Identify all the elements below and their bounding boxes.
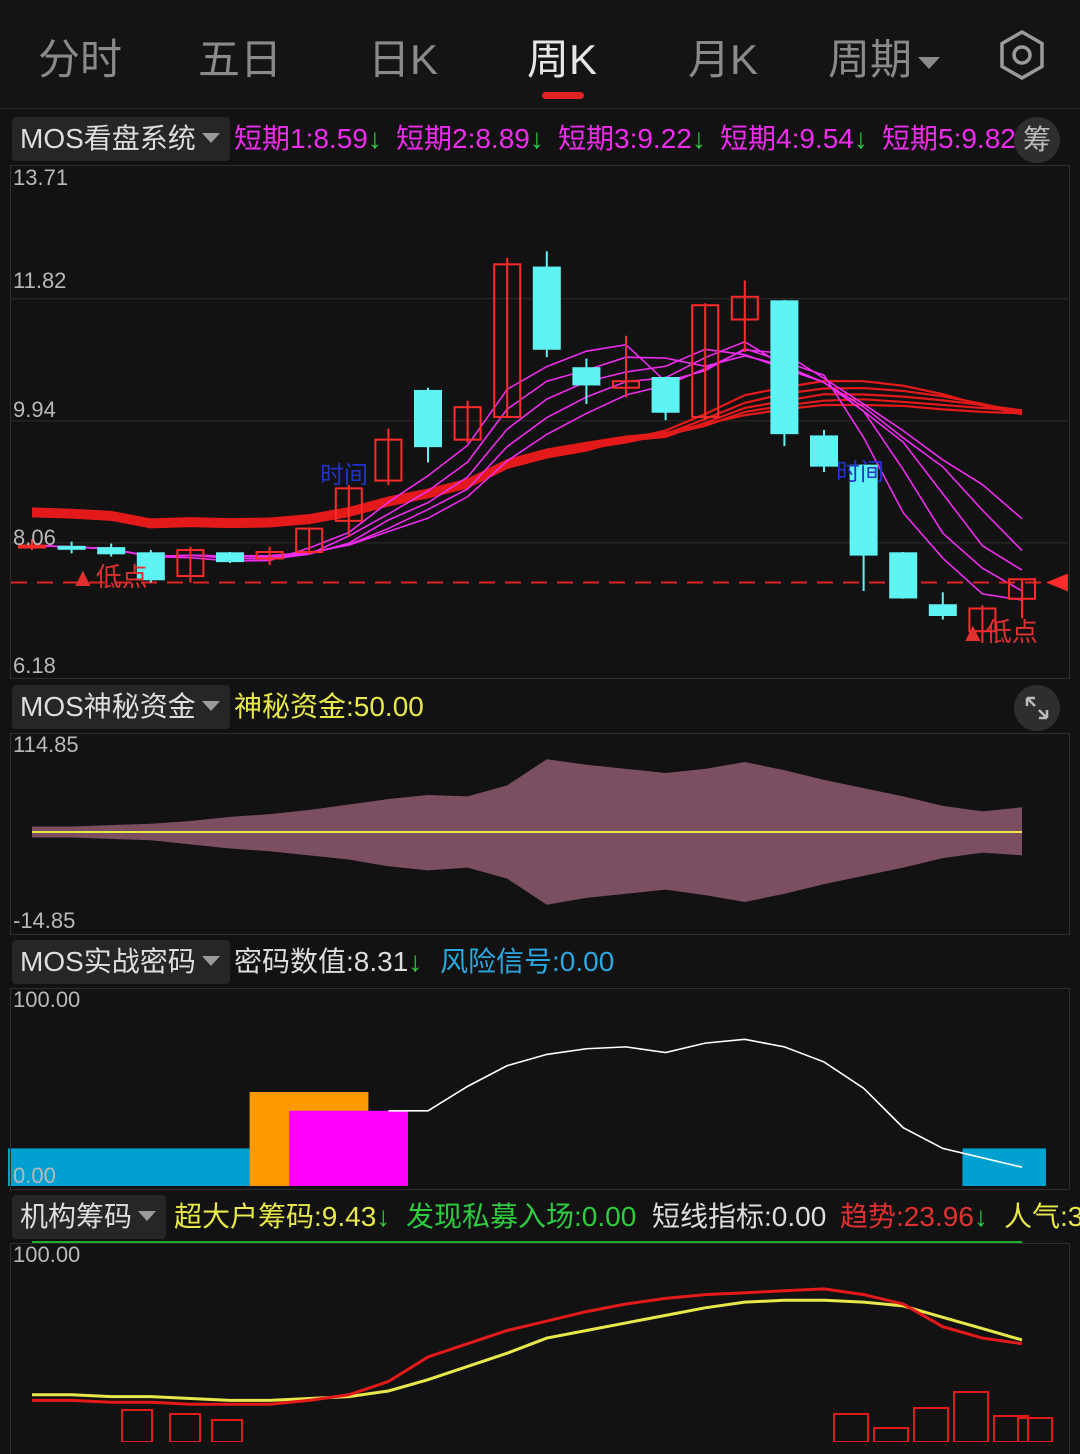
chevron-down-icon — [201, 701, 220, 711]
candle-body — [57, 545, 86, 550]
secret-fund-value: 神秘资金:50.00 — [234, 691, 424, 722]
combat-code-name: MOS实战密码 — [20, 946, 196, 977]
combat-code-header: MOS实战密码 密码数值:8.31↓ 风险信号:0.00 — [0, 934, 1080, 990]
candle-body — [770, 300, 799, 435]
time-label-2: 时间 — [836, 459, 884, 486]
candle-body — [216, 552, 244, 563]
combat-code-selector[interactable]: MOS实战密码 — [12, 940, 230, 984]
code-y-label-bottom: 0.00 — [13, 1163, 56, 1188]
secret-fund-selector[interactable]: MOS神秘资金 — [12, 685, 230, 729]
risk-signal: 风险信号:0.00 — [440, 946, 615, 977]
time-label-1: 时间 — [320, 462, 368, 489]
main-y-label-4: 8.06 — [13, 525, 56, 550]
low-point-label-2: ▲低点 — [960, 617, 1038, 647]
candle-body — [97, 547, 126, 555]
institution-chip-name: 机构筹码 — [20, 1201, 133, 1232]
candle-body — [532, 266, 561, 350]
candle-body — [928, 604, 957, 616]
big-holder-chip: 超大户筹码:9.43↓ — [174, 1201, 391, 1232]
main-y-label-top: 13.71 — [13, 165, 69, 190]
code-y-label-top: 100.00 — [13, 987, 81, 1012]
short-line-index: 短线指标:0.00 — [652, 1201, 827, 1232]
combat-code-panel — [10, 988, 1070, 1190]
candle-body — [889, 552, 918, 599]
secret-y-label-top: 114.85 — [13, 732, 79, 757]
trend-value: 趋势:23.96↓ — [840, 1201, 988, 1232]
inst-y-label-top: 100.00 — [13, 1242, 81, 1267]
institution-chip-panel — [10, 1243, 1070, 1454]
institution-chip-selector[interactable]: 机构筹码 — [12, 1195, 167, 1239]
candle-body — [810, 435, 838, 467]
main-y-label-bottom: 6.18 — [13, 653, 56, 678]
secret-fund-panel — [10, 733, 1070, 935]
code-value: 密码数值:8.31↓ — [234, 946, 423, 977]
low-point-label-1: ▲低点 — [70, 562, 148, 592]
secret-fund-header: MOS神秘资金 神秘资金:50.00 — [0, 679, 1080, 735]
expand-icon[interactable] — [1014, 685, 1060, 731]
support-marker-icon — [1046, 573, 1068, 592]
popularity-value: 人气:3 — [1004, 1201, 1080, 1232]
chevron-down-icon — [201, 956, 220, 966]
main-y-label-2: 11.82 — [13, 268, 67, 293]
chevron-down-icon — [138, 1211, 157, 1221]
private-fund-entry: 发现私募入场:0.00 — [406, 1201, 637, 1232]
secret-y-label-bottom: -14.85 — [13, 908, 76, 933]
main-y-label-3: 9.94 — [13, 397, 56, 422]
candle-body — [414, 389, 442, 448]
candle-body — [572, 367, 601, 386]
candle-body — [651, 376, 680, 413]
institution-chip-header: 机构筹码 超大户筹码:9.43↓ 发现私募入场:0.00 短线指标:0.00 趋… — [0, 1189, 1080, 1245]
secret-fund-name: MOS神秘资金 — [20, 691, 196, 722]
